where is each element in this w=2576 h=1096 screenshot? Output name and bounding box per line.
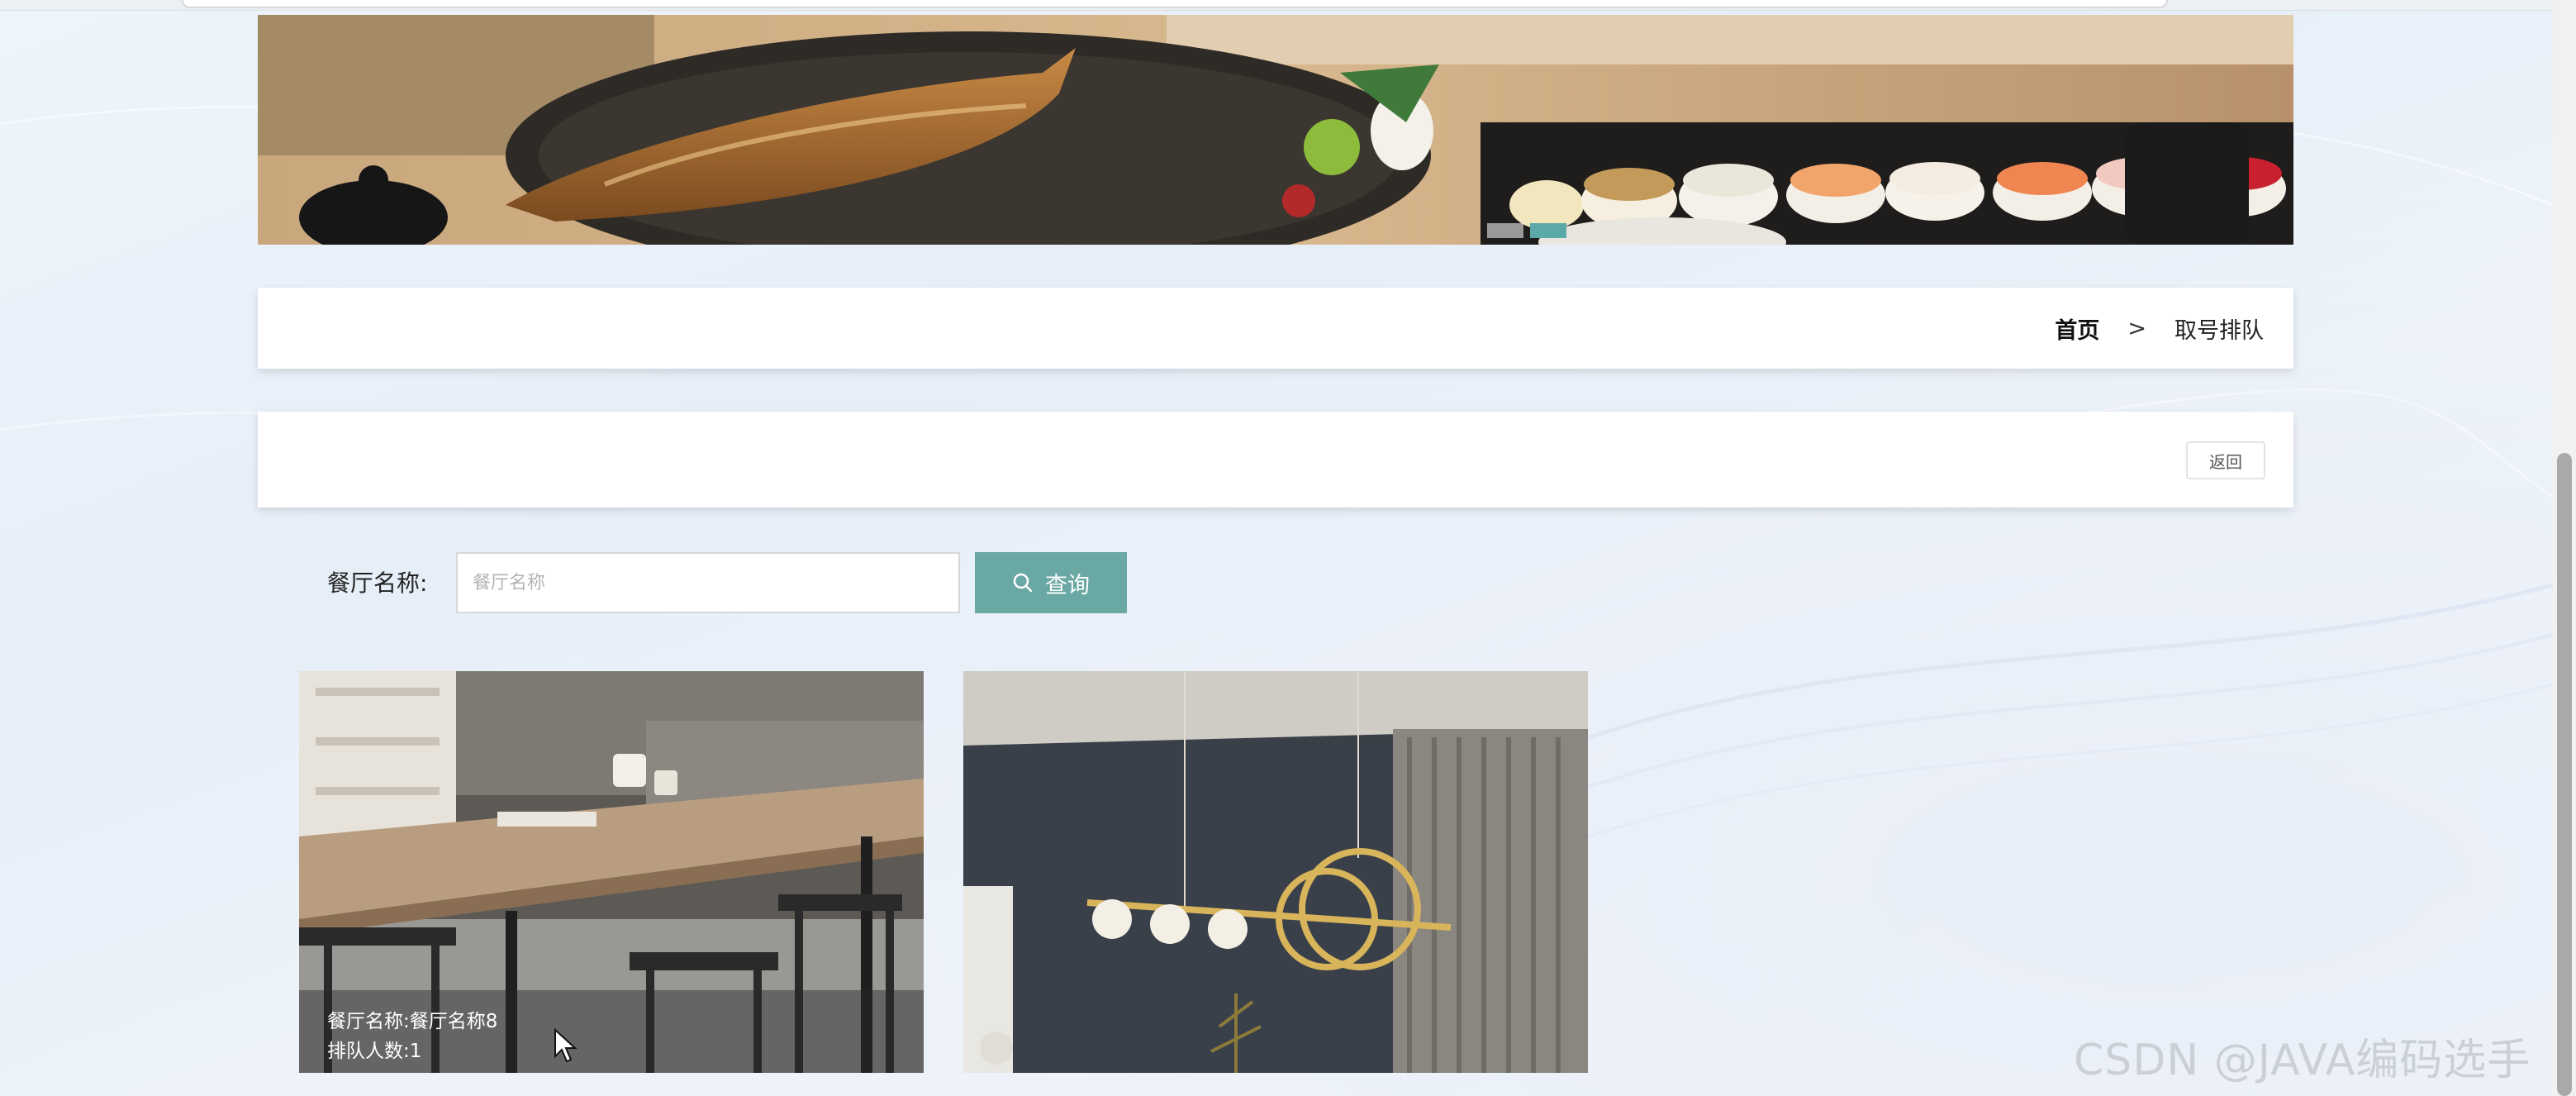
search-label: 餐厅名称: [327, 569, 428, 597]
search-button[interactable]: 查询 [975, 552, 1127, 613]
browser-address-bar-edge [182, 0, 2168, 8]
breadcrumb: 首页 > 取号排队 [258, 288, 2293, 369]
scrollbar-thumb[interactable] [2557, 453, 2572, 1096]
search-button-label: 查询 [1045, 572, 1090, 598]
restaurant-card[interactable]: 餐厅名称:餐厅名称8 排队人数:1 [299, 671, 924, 1073]
carousel-dot-1[interactable] [1487, 223, 1523, 238]
banner-food-image [258, 15, 2293, 245]
hero-banner [258, 15, 2293, 245]
action-bar: 返回 [258, 412, 2293, 507]
breadcrumb-separator: > [2127, 315, 2146, 341]
restaurant-name-input[interactable] [456, 552, 960, 613]
watermark-text: CSDN @JAVA编码选手 [2074, 1036, 2531, 1085]
queue-count-text: 排队人数:1 [327, 1041, 422, 1062]
back-button[interactable]: 返回 [2186, 441, 2265, 479]
search-icon [1013, 573, 1033, 593]
breadcrumb-current: 取号排队 [2174, 317, 2264, 344]
restaurant-card-image [963, 671, 1588, 1073]
restaurant-card[interactable] [963, 671, 1588, 1073]
restaurant-card-caption: 餐厅名称:餐厅名称8 排队人数:1 [299, 990, 924, 1073]
mouse-cursor-icon [554, 1028, 577, 1063]
carousel-indicators [1487, 223, 1566, 238]
breadcrumb-home-link[interactable]: 首页 [2055, 312, 2099, 345]
carousel-dot-2-active[interactable] [1530, 223, 1566, 238]
restaurant-name-text: 餐厅名称:餐厅名称8 [327, 1011, 498, 1032]
